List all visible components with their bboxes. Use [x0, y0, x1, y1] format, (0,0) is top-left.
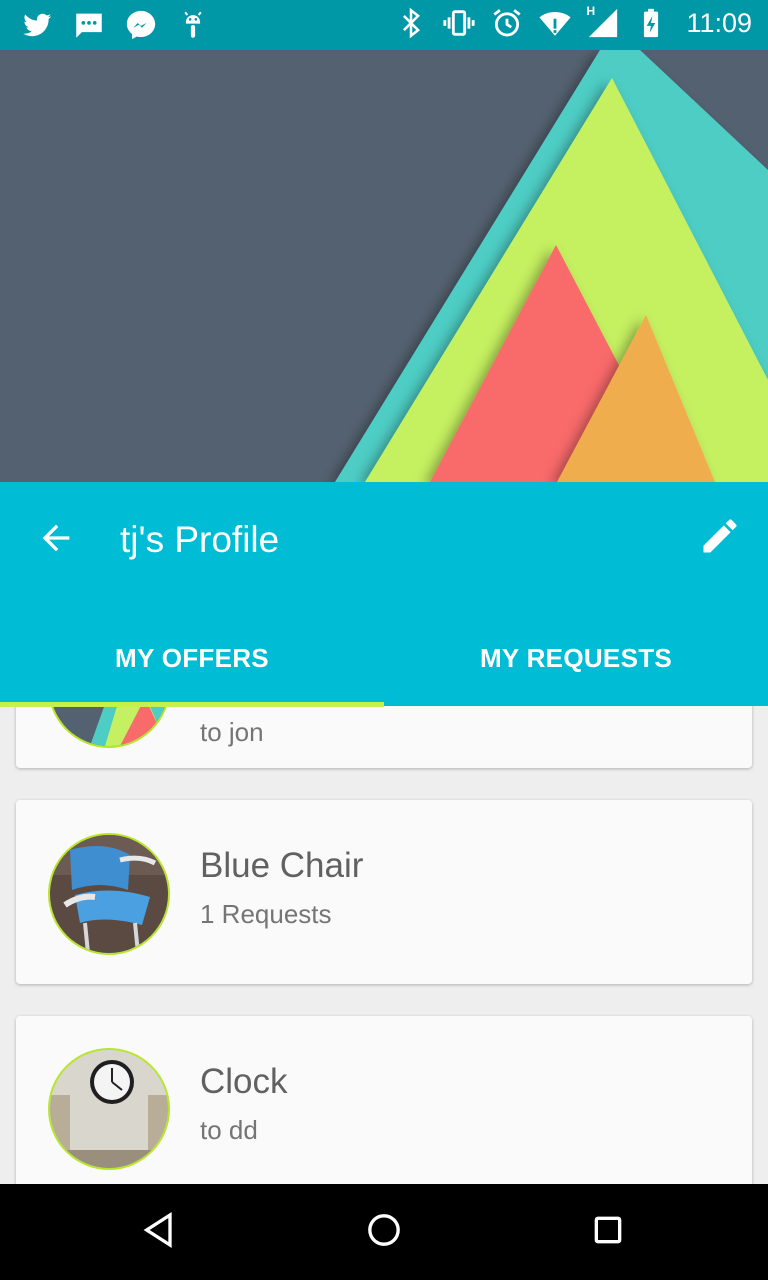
- app-toolbar: tj's Profile MY OFFERS MY REQUESTS: [0, 482, 768, 707]
- nav-recents-icon: [588, 1210, 628, 1255]
- offer-subtitle: to dd: [200, 1115, 258, 1145]
- status-bar: H 11:09: [0, 0, 768, 50]
- twitter-icon: [20, 8, 54, 42]
- network-type-label: H: [586, 4, 596, 18]
- profile-tabs: MY OFFERS MY REQUESTS: [0, 610, 768, 706]
- navigation-bar: [0, 1184, 768, 1280]
- system-icons: H 11:09: [394, 4, 752, 40]
- offer-thumbnail: [48, 833, 170, 955]
- offer-subtitle: 1 Requests: [200, 899, 332, 929]
- profile-header-image: [0, 50, 768, 482]
- messenger-icon: [124, 8, 158, 42]
- nav-back-button[interactable]: [136, 1208, 184, 1256]
- back-button[interactable]: [32, 516, 80, 564]
- offer-thumbnail: [48, 706, 170, 748]
- offer-title: Blue Chair: [200, 846, 364, 885]
- nav-back-icon: [140, 1210, 180, 1255]
- vibrate-icon: [442, 6, 476, 40]
- alarm-icon: [490, 6, 524, 40]
- nav-home-icon: [364, 1210, 404, 1255]
- page-title: tj's Profile: [120, 519, 280, 560]
- offers-list[interactable]: to jon Blue Chair 1 Requests Clock to dd: [0, 706, 768, 1184]
- nav-home-button[interactable]: [360, 1208, 408, 1256]
- tab-my-offers[interactable]: MY OFFERS: [0, 610, 384, 706]
- tab-my-requests[interactable]: MY REQUESTS: [384, 610, 768, 706]
- screen: H 11:09 to jon Blue Chair 1 Requests Clo…: [0, 0, 768, 1280]
- battery-charging-icon: [634, 6, 668, 40]
- bluetooth-icon: [394, 6, 428, 40]
- sms-icon: [72, 8, 106, 42]
- android-debug-icon: [176, 8, 210, 42]
- notification-icons: [20, 8, 210, 42]
- tab-selection-indicator: [0, 702, 384, 707]
- edit-profile-button[interactable]: [696, 514, 744, 562]
- offer-thumbnail: [48, 1048, 170, 1170]
- cell-signal-icon: H: [586, 4, 620, 40]
- wifi-icon: [538, 6, 572, 40]
- offer-card[interactable]: to jon: [16, 706, 752, 768]
- offer-card[interactable]: Blue Chair 1 Requests: [16, 800, 752, 984]
- offer-card[interactable]: Clock to dd: [16, 1016, 752, 1184]
- nav-recents-button[interactable]: [584, 1208, 632, 1256]
- clock-time: 11:09: [686, 7, 752, 38]
- pencil-icon: [698, 514, 742, 563]
- offer-subtitle: to jon: [200, 717, 264, 747]
- arrow-back-icon: [36, 518, 76, 563]
- offer-title: Clock: [200, 1062, 288, 1101]
